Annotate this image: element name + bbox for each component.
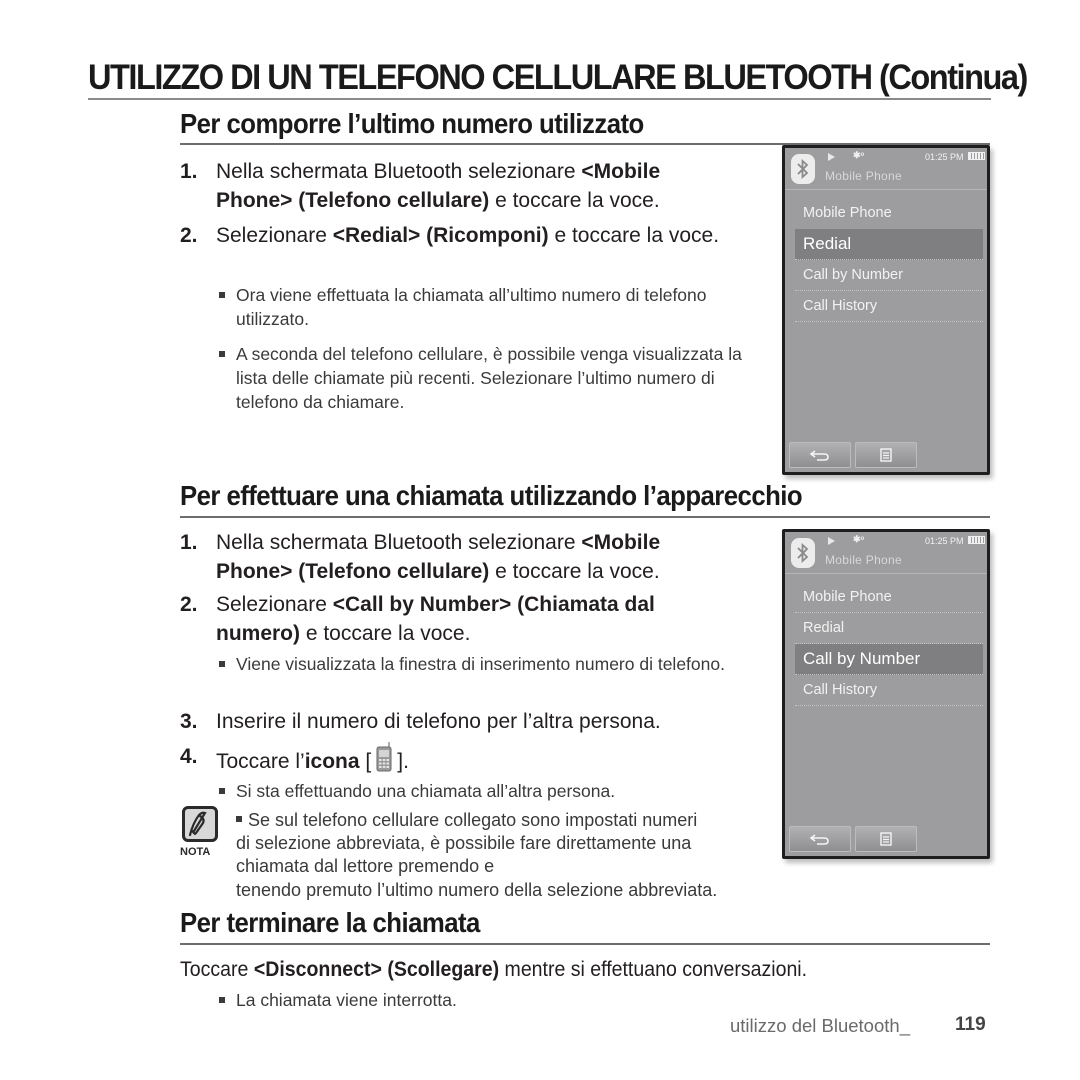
- step-number: 3.: [180, 710, 198, 733]
- step-number: 4.: [180, 745, 198, 768]
- bullet-text: A seconda del telefono cellulare, è poss…: [236, 344, 742, 412]
- back-button[interactable]: [789, 442, 851, 468]
- step-text: Selezionare: [216, 224, 333, 247]
- bluetooth-connected-icon: ✱ᵒ: [853, 534, 865, 544]
- bullet-icon: [219, 661, 225, 667]
- bullet-text: Ora viene effettuata la chiamata all’ult…: [236, 285, 707, 329]
- note-label: NOTA: [180, 846, 211, 858]
- step-text: e toccare la voce.: [300, 622, 471, 645]
- step-text: Nella schermata Bluetooth selezionare: [216, 160, 582, 183]
- device-footer: [789, 826, 989, 852]
- step-text: Inserire il numero di telefono per l’alt…: [216, 710, 661, 733]
- note-text-continued: tenendo premuto l’ultimo numero della se…: [236, 880, 718, 900]
- mobile-phone-icon: [374, 742, 394, 772]
- step-text: ].: [397, 750, 409, 773]
- bullet-icon: [219, 351, 225, 357]
- device-footer: [789, 442, 989, 468]
- step-3: 3. Inserire il numero di telefono per l’…: [180, 707, 780, 736]
- step-1: 1. Nella schermata Bluetooth selezionare…: [180, 157, 740, 215]
- bluetooth-icon: [791, 154, 815, 184]
- step-1: 1. Nella schermata Bluetooth selezionare…: [180, 528, 740, 586]
- step-2: 2. Selezionare <Call by Number> (Chiamat…: [180, 590, 740, 648]
- screen-title: Mobile Phone: [825, 169, 902, 183]
- page-title: UTILIZZO DI UN TELEFONO CELLULARE BLUETO…: [88, 58, 1028, 97]
- step-text: Toccare l’: [216, 750, 305, 773]
- bullet-icon: [219, 997, 225, 1003]
- section-title-end-call: Per terminare la chiamata: [180, 907, 480, 938]
- step-4: 4. Toccare l’icona [].: [180, 742, 780, 776]
- bluetooth-icon: [791, 538, 815, 568]
- device-status-bar: ✱ᵒ 01:25 PM Mobile Phone: [785, 148, 987, 190]
- bullet-item: Ora viene effettuata la chiamata all’ult…: [216, 283, 736, 331]
- menu-button[interactable]: [855, 442, 917, 468]
- note-icon: [182, 806, 218, 842]
- back-icon: [809, 834, 829, 845]
- section-divider: [180, 516, 990, 518]
- menu-item-redial[interactable]: Redial: [795, 229, 983, 260]
- menu-item-call-history[interactable]: Call History: [795, 291, 983, 322]
- device-screen-call-by-number: ✱ᵒ 01:25 PM Mobile Phone Mobile Phone Re…: [782, 529, 990, 859]
- bullet-icon: [219, 788, 225, 794]
- back-icon: [809, 450, 829, 461]
- step-text: mentre si effettuano conversazioni.: [499, 958, 808, 981]
- step-text-bold: icona: [304, 750, 360, 773]
- bullet-text: Si sta effettuando una chiamata all’altr…: [236, 781, 616, 801]
- menu-list: Mobile Phone Redial Call by Number Call …: [795, 198, 983, 322]
- menu-item-call-history[interactable]: Call History: [795, 675, 983, 706]
- section-title-call-device: Per effettuare una chiamata utilizzando …: [180, 480, 803, 511]
- device-status-bar: ✱ᵒ 01:25 PM Mobile Phone: [785, 532, 987, 574]
- device-screen-redial: ✱ᵒ 01:25 PM Mobile Phone Mobile Phone Re…: [782, 145, 990, 475]
- step-text: e toccare la voce.: [489, 560, 660, 583]
- bullet-item: Si sta effettuando una chiamata all’altr…: [216, 779, 756, 803]
- play-icon: [828, 537, 835, 545]
- clock: 01:25 PM: [925, 536, 964, 546]
- bullet-icon: [236, 816, 242, 822]
- step-text: Toccare: [180, 958, 254, 981]
- bullet-item: Viene visualizzata la finestra di inseri…: [216, 652, 756, 676]
- step-text: e toccare la voce.: [548, 224, 720, 247]
- list-icon: [880, 448, 892, 462]
- note-text: Se sul telefono cellulare collegato sono…: [236, 809, 706, 878]
- menu-item-mobile-phone[interactable]: Mobile Phone: [795, 198, 983, 229]
- menu-item-call-by-number[interactable]: Call by Number: [795, 260, 983, 291]
- menu-button[interactable]: [855, 826, 917, 852]
- step-number: 1.: [180, 160, 198, 183]
- step-menu-ref: <Disconnect> (Scollegare): [253, 958, 500, 981]
- menu-item-call-by-number[interactable]: Call by Number: [795, 644, 983, 675]
- step-menu-ref: <Redial> (Ricomponi): [332, 224, 549, 247]
- section-divider: [180, 943, 990, 945]
- bullet-icon: [219, 292, 225, 298]
- footer-section-label: utilizzo del Bluetooth_: [730, 1015, 910, 1036]
- step-number: 1.: [180, 531, 198, 554]
- clock: 01:25 PM: [925, 152, 964, 162]
- end-call-instruction: Toccare <Disconnect> (Scollegare) mentre…: [180, 955, 943, 984]
- bullet-text: La chiamata viene interrotta.: [236, 990, 457, 1010]
- step-text: Nella schermata Bluetooth selezionare: [216, 531, 582, 554]
- step-text: [: [359, 750, 372, 773]
- note-body: Se sul telefono cellulare collegato sono…: [236, 810, 698, 876]
- bullet-item: La chiamata viene interrotta.: [216, 988, 716, 1012]
- list-icon: [880, 832, 892, 846]
- battery-icon: [968, 536, 985, 544]
- step-text: e toccare la voce.: [489, 189, 660, 212]
- play-icon: [828, 153, 835, 161]
- battery-icon: [968, 152, 985, 160]
- bullet-item: A seconda del telefono cellulare, è poss…: [216, 342, 746, 414]
- screen-title: Mobile Phone: [825, 553, 902, 567]
- bullet-text: Viene visualizzata la finestra di inseri…: [236, 654, 725, 674]
- step-2: 2. Selezionare <Redial> (Ricomponi) e to…: [180, 221, 740, 250]
- step-number: 2.: [180, 224, 198, 247]
- title-divider: [88, 98, 991, 100]
- back-button[interactable]: [789, 826, 851, 852]
- menu-item-redial[interactable]: Redial: [795, 613, 983, 644]
- menu-list: Mobile Phone Redial Call by Number Call …: [795, 582, 983, 706]
- menu-item-mobile-phone[interactable]: Mobile Phone: [795, 582, 983, 613]
- bluetooth-connected-icon: ✱ᵒ: [853, 150, 865, 160]
- page-number: 119: [955, 1014, 986, 1035]
- section-title-redial: Per comporre l’ultimo numero utilizzato: [180, 108, 644, 139]
- step-text: Selezionare: [216, 593, 333, 616]
- step-number: 2.: [180, 593, 198, 616]
